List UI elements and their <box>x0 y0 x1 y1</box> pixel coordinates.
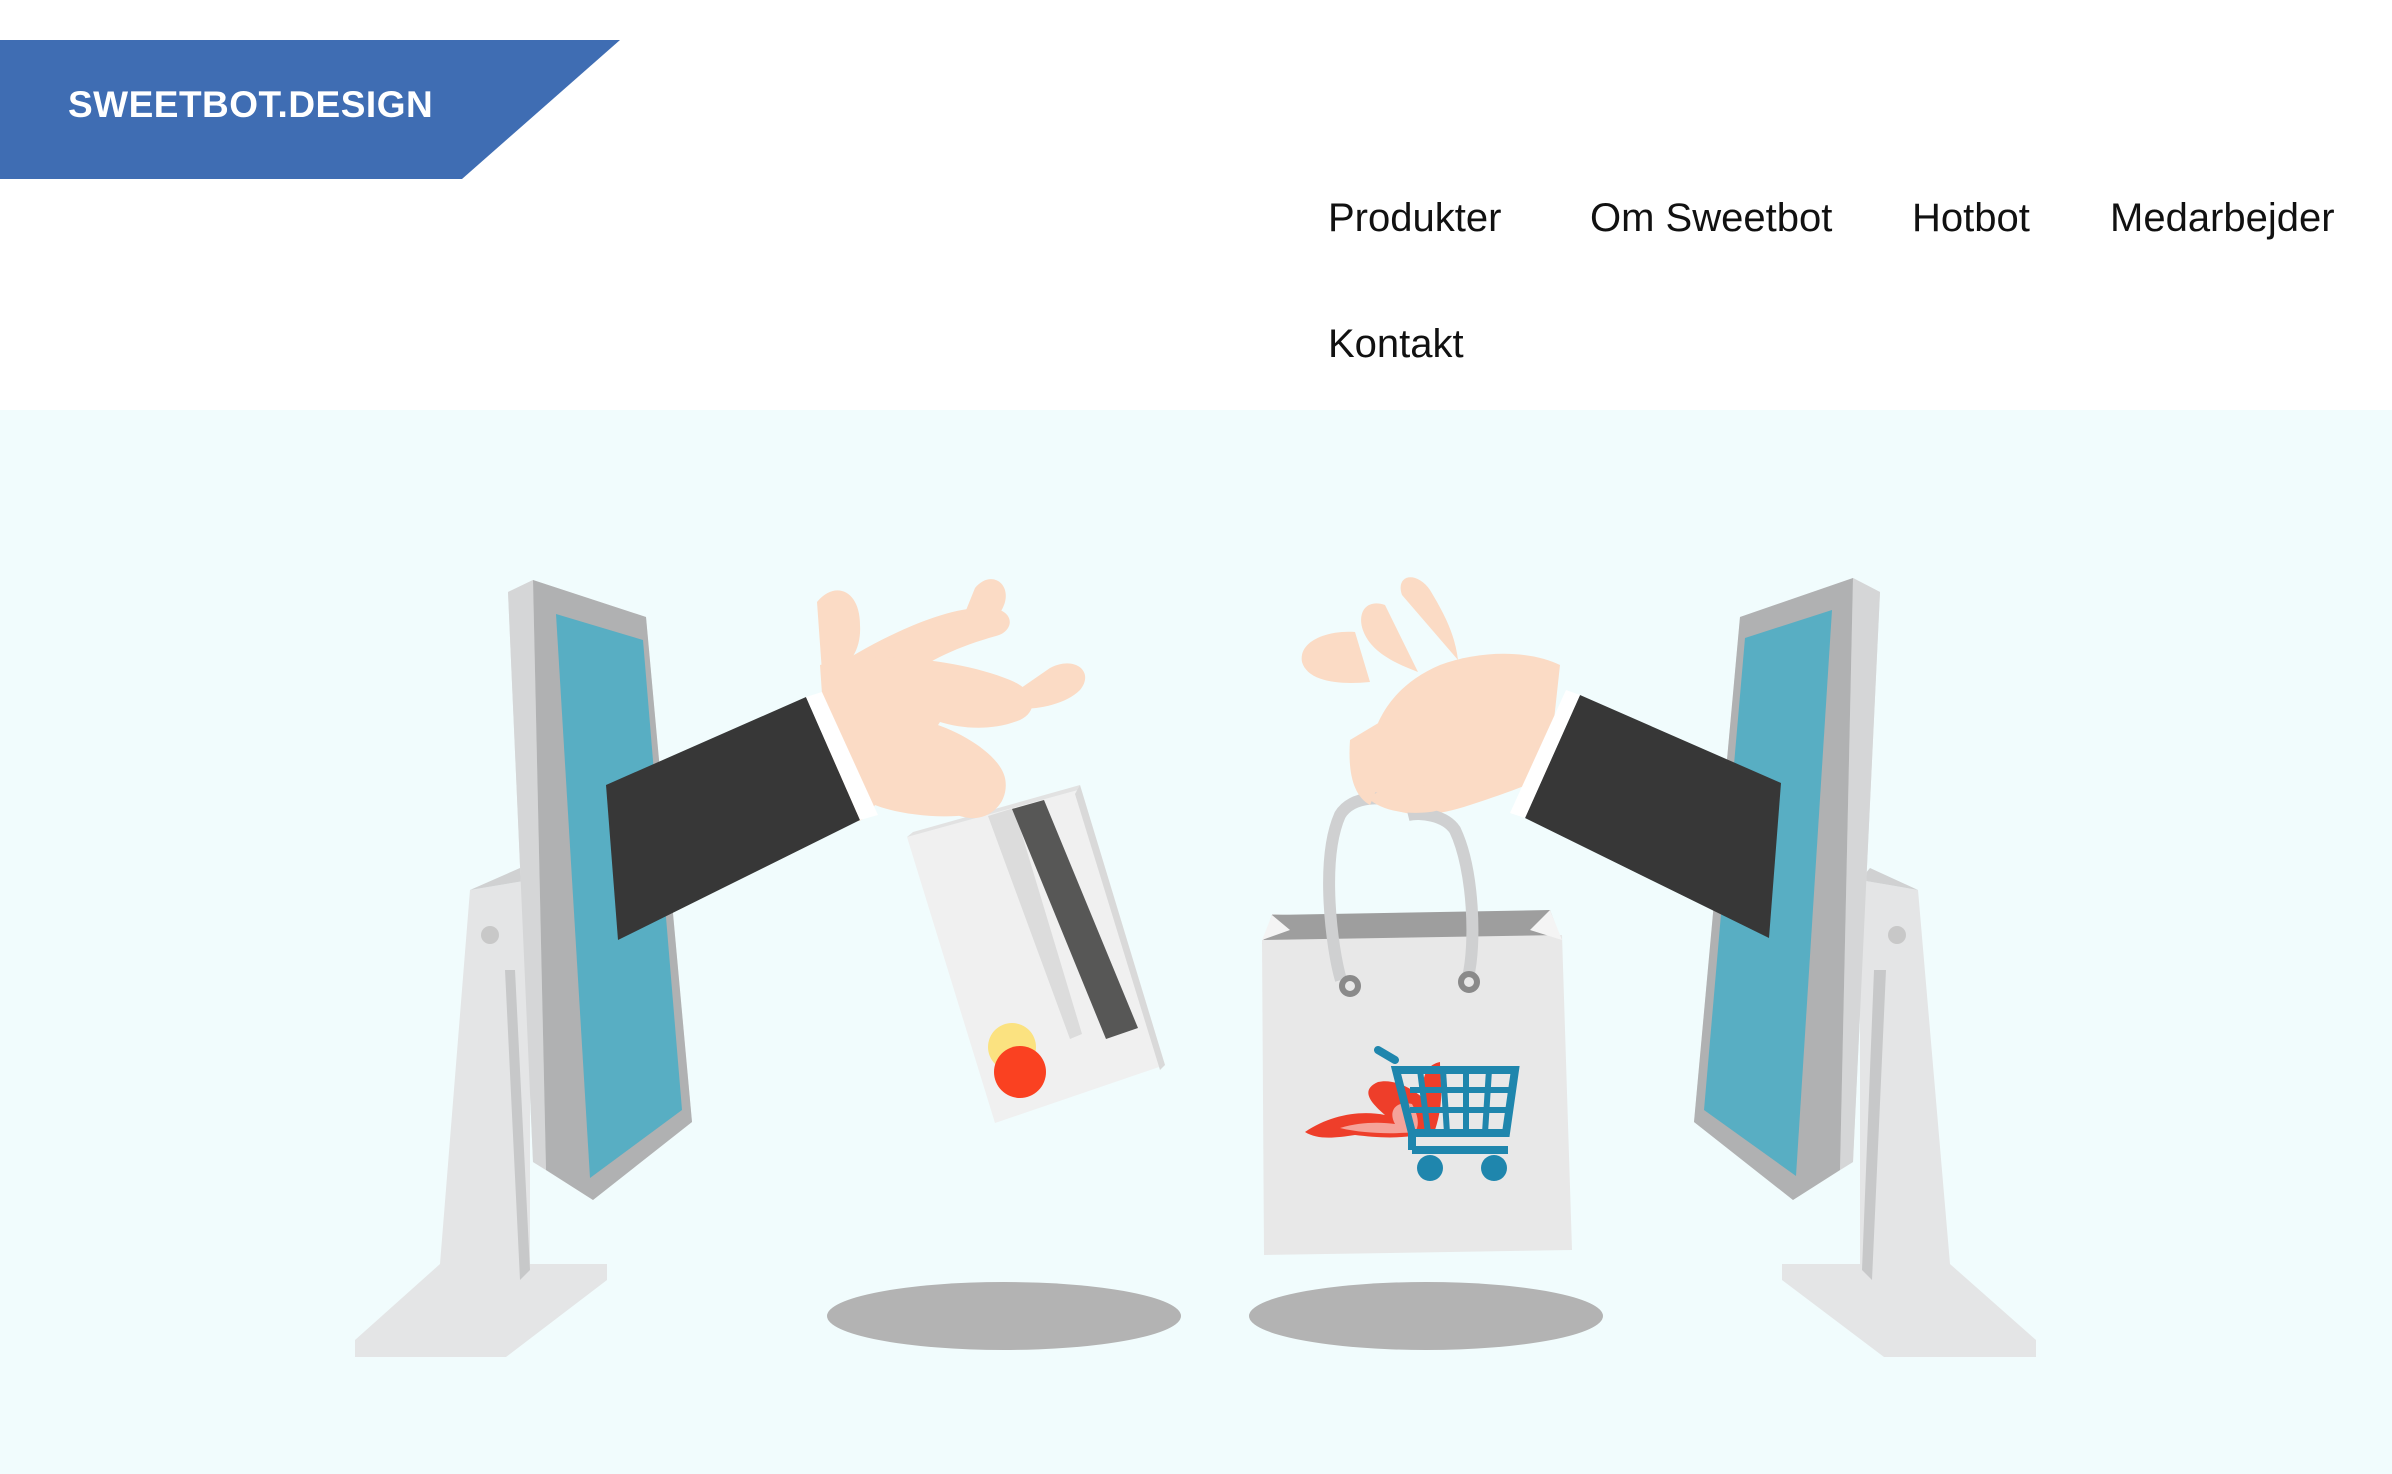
site-header: SWEETBOT.DESIGN Produkter Om Sweetbot Ho… <box>0 0 2392 410</box>
nav-item-om-sweetbot[interactable]: Om Sweetbot <box>1590 196 1832 241</box>
online-shopping-illustration <box>355 577 2036 1357</box>
monitor-icon <box>1694 578 2036 1357</box>
nav-item-produkter[interactable]: Produkter <box>1328 196 1501 241</box>
hand-icon <box>1262 577 1781 1255</box>
credit-card-icon <box>907 785 1165 1123</box>
hand-icon <box>606 579 1165 1123</box>
nav-item-hotbot[interactable]: Hotbot <box>1912 196 2030 241</box>
nav-item-medarbejder[interactable]: Medarbejder <box>2110 196 2335 241</box>
monitor-icon <box>355 580 692 1357</box>
nav-item-kontakt[interactable]: Kontakt <box>1328 322 1464 367</box>
shadow-left <box>827 1282 1181 1350</box>
hero-section <box>0 410 2392 1474</box>
page: SWEETBOT.DESIGN Produkter Om Sweetbot Ho… <box>0 0 2392 1474</box>
shopping-bag-icon <box>1262 792 1572 1255</box>
shadow-right <box>1249 1282 1603 1350</box>
logo-link[interactable]: SWEETBOT.DESIGN <box>0 40 620 179</box>
logo-text: SWEETBOT.DESIGN <box>68 84 434 125</box>
